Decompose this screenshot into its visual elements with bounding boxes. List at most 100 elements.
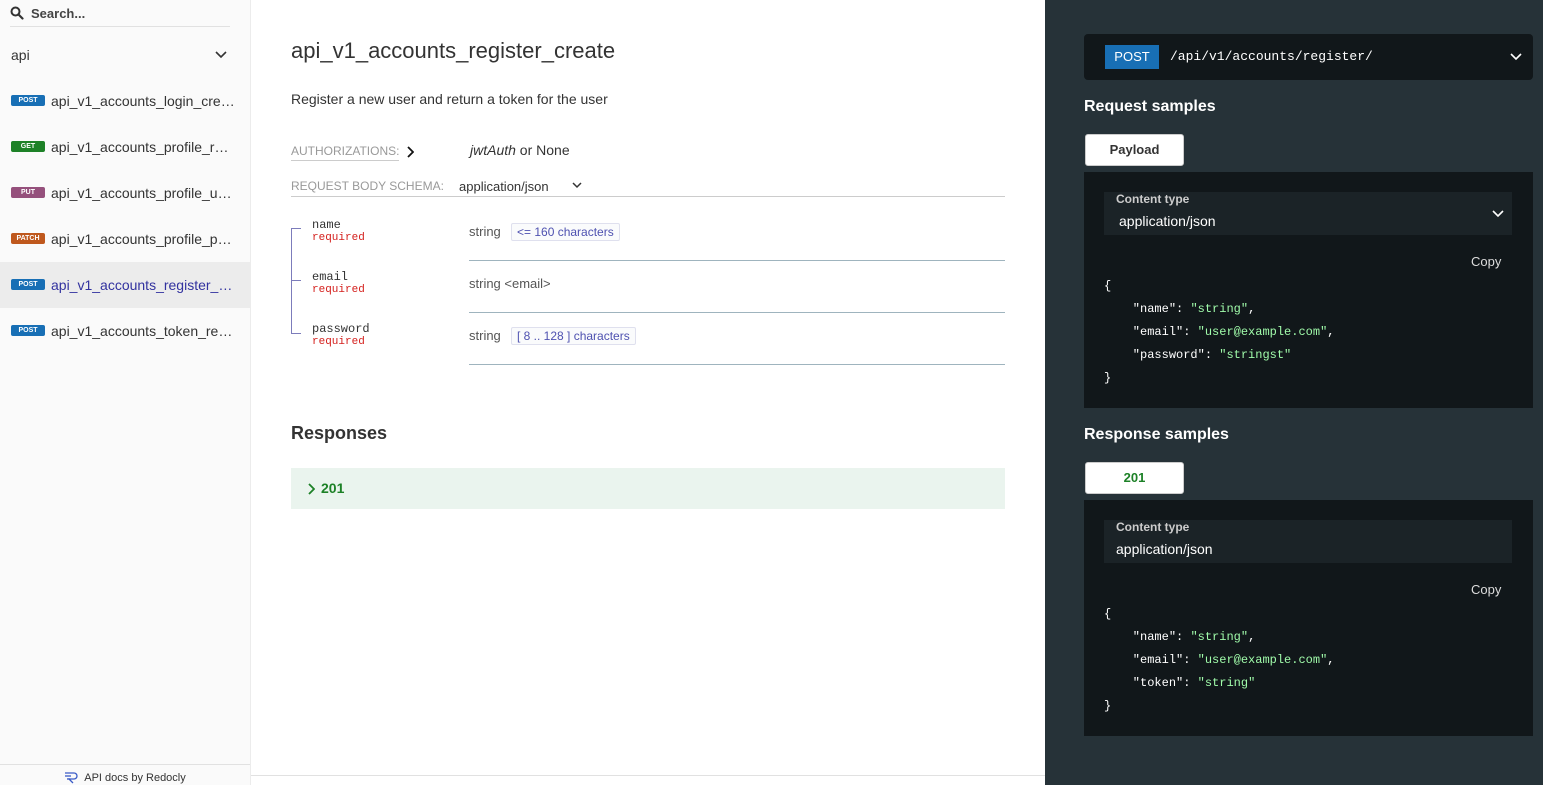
request-samples-title: Request samples [1084,98,1216,115]
content-type-box: Content type application/json [1104,520,1512,563]
property-tree-line [291,313,292,333]
method-badge: POST [1105,45,1159,69]
json-brace: { [1104,279,1112,293]
divider [251,775,1045,776]
chevron-down-icon [1510,53,1522,61]
json-line: "token": "string" [1104,676,1256,690]
authorizations-value: jwtAuth or None [470,142,570,158]
property-tree-tick [291,280,301,281]
property-name-label: email [312,270,349,284]
json-line: "email": "user@example.com", [1104,653,1335,667]
property-type: string [469,328,501,343]
property-tree-line [291,228,292,261]
json-brace: } [1104,699,1112,713]
schema-type-dropdown[interactable]: application/json [459,179,549,194]
tab-payload[interactable]: Payload [1085,134,1184,166]
search-box [10,0,230,27]
content-type-select[interactable]: Content type application/json [1104,192,1512,235]
redocly-logo-icon [65,772,78,784]
content-type-label: Content type [1116,192,1190,206]
sidebar-item-label: api_v1_accounts_login_create [51,93,236,109]
authorizations-label: AUTHORIZATIONS: [291,144,400,161]
sidebar-item-label: api_v1_accounts_profile_partial_update [51,231,236,247]
method-badge: POST [11,95,45,106]
method-badge: POST [11,325,45,336]
content-type-label: Content type [1116,520,1190,534]
endpoint-dropdown[interactable]: POST /api/v1/accounts/register/ [1084,34,1533,80]
json-line: "name": "string", [1104,302,1256,316]
request-sample-box: Content type application/json Copy { "na… [1084,172,1533,408]
chevron-right-icon[interactable] [406,146,414,158]
property-constraint: <= 160 characters [511,223,620,241]
property-detail: string <email> [469,261,1005,313]
chevron-down-icon [1492,210,1504,218]
json-line: "password": "stringst" [1104,348,1292,362]
sidebar-item-token-refresh-create[interactable]: POST api_v1_accounts_token_refresh_creat… [0,308,250,354]
chevron-right-icon [308,483,315,495]
property-tree-tick [291,228,301,229]
sidebar-item-label: api_v1_accounts_register_create [51,277,236,293]
sidebar-item-register-create[interactable]: POST api_v1_accounts_register_create [0,262,250,308]
samples-panel: POST /api/v1/accounts/register/ Request … [1045,0,1543,785]
redocly-link[interactable]: API docs by Redocly [64,771,186,784]
copy-button[interactable]: Copy [1471,582,1501,597]
property-name-label: name [312,218,341,232]
response-sample-box: Content type application/json Copy { "na… [1084,500,1533,736]
responses-title: Responses [291,423,388,443]
tab-201[interactable]: 201 [1085,462,1184,494]
property-detail: string [ 8 .. 128 ] characters [469,313,1005,365]
required-label: required [312,336,365,348]
sidebar: api POST api_v1_accounts_login_create GE… [0,0,251,785]
json-brace: { [1104,607,1112,621]
method-badge: PUT [11,187,45,198]
footer-text: API docs by Redocly [84,771,186,784]
sidebar-item-label: api_v1_accounts_token_refresh_create [51,323,236,339]
property-constraint: [ 8 .. 128 ] characters [511,327,636,345]
response-samples-title: Response samples [1084,426,1229,443]
property-type: string <email> [469,276,551,291]
response-json: { "name": "string", "email": "user@examp… [1104,603,1334,718]
sidebar-group-label: api [11,47,30,63]
content-type-value: application/json [1116,541,1213,557]
json-line: "email": "user@example.com", [1104,325,1335,339]
property-password: password required string [ 8 .. 128 ] ch… [291,313,1005,365]
sidebar-item-login-create[interactable]: POST api_v1_accounts_login_create [0,78,250,124]
operation-title: api_v1_accounts_register_create [291,38,616,63]
response-code: 201 [321,480,345,496]
method-badge: GET [11,141,45,152]
property-name-label: password [312,322,370,336]
sidebar-item-profile-update[interactable]: PUT api_v1_accounts_profile_update [0,170,250,216]
auth-rest: or None [515,142,570,158]
endpoint-path: /api/v1/accounts/register/ [1170,49,1373,64]
chevron-down-icon [572,182,582,189]
sidebar-footer: API docs by Redocly [0,764,250,785]
json-line: "name": "string", [1104,630,1256,644]
search-icon [10,6,24,20]
method-badge: PATCH [11,233,45,244]
operation-panel: api_v1_accounts_register_create Register… [251,0,1045,785]
json-brace: } [1104,371,1112,385]
sidebar-item-label: api_v1_accounts_profile_retrieve [51,139,236,155]
required-label: required [312,284,365,296]
request-body-schema-row: REQUEST BODY SCHEMA: application/json [291,176,1005,197]
chevron-down-icon [215,51,227,59]
required-label: required [312,232,365,244]
property-type: string [469,224,501,239]
schema-label: REQUEST BODY SCHEMA: [291,179,444,193]
sidebar-item-label: api_v1_accounts_profile_update [51,185,236,201]
search-input[interactable] [31,3,226,23]
property-tree-tick [291,333,301,334]
sidebar-item-profile-partial-update[interactable]: PATCH api_v1_accounts_profile_partial_up… [0,216,250,262]
property-email: email required string <email> [291,261,1005,313]
sidebar-group-api[interactable]: api [0,38,250,73]
sidebar-item-profile-retrieve[interactable]: GET api_v1_accounts_profile_retrieve [0,124,250,170]
request-json: { "name": "string", "email": "user@examp… [1104,275,1334,390]
operation-description: Register a new user and return a token f… [291,91,608,107]
content-type-value: application/json [1119,213,1216,229]
property-detail: string <= 160 characters [469,209,1005,261]
response-201-toggle[interactable]: 201 [291,468,1005,509]
method-badge: POST [11,279,45,290]
property-name: name required string <= 160 characters [291,209,1005,261]
copy-button[interactable]: Copy [1471,254,1501,269]
auth-scheme: jwtAuth [470,142,516,158]
